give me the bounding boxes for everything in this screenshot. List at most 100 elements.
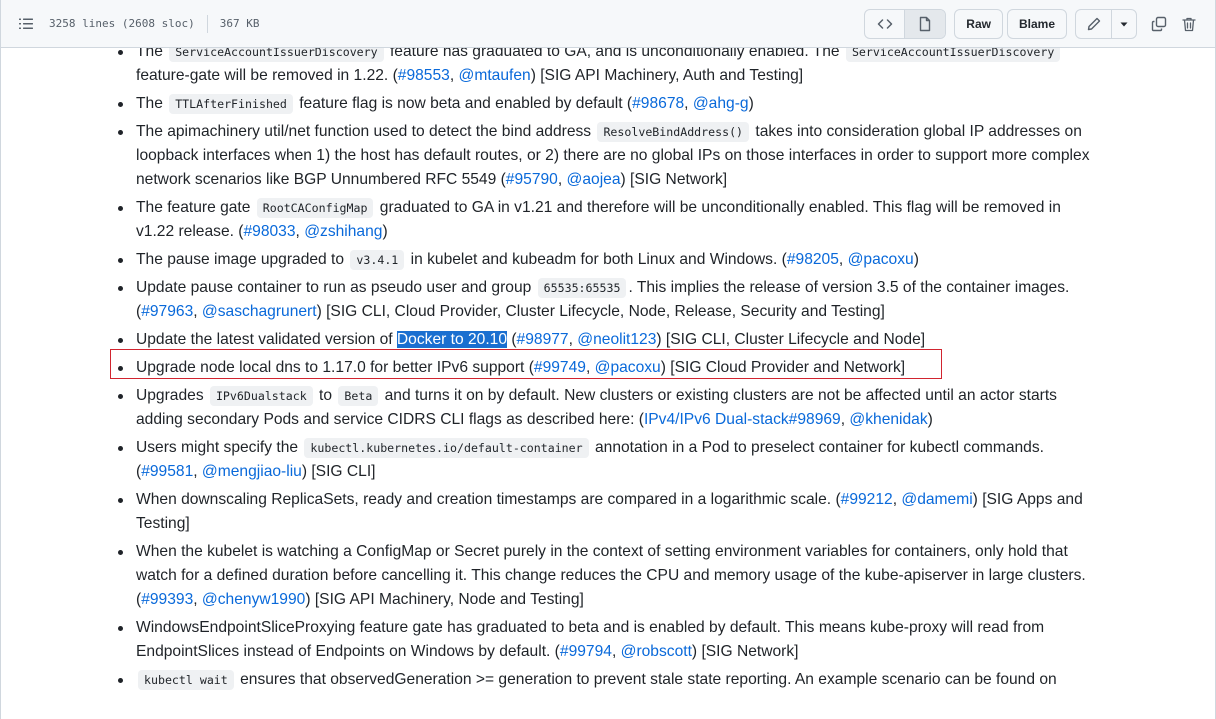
text-line: watch for a defined duration before canc…	[136, 564, 1126, 588]
pull-request-link[interactable]: #98553	[398, 67, 450, 84]
list-item: The TTLAfterFinished feature flag is now…	[118, 92, 1126, 116]
raw-button[interactable]: Raw	[954, 9, 1003, 39]
text: ,	[193, 303, 202, 320]
view-mode-toggle	[864, 9, 947, 39]
text: ) [SIG CLI]	[301, 463, 376, 480]
user-link[interactable]: @khenidak	[849, 411, 927, 428]
list-item: The apimachinery util/net function used …	[118, 120, 1126, 192]
file-info: 3258 lines (2608 sloc) 367 KB	[49, 14, 259, 33]
divider	[206, 14, 208, 33]
pull-request-link[interactable]: #99581	[141, 463, 193, 480]
user-link[interactable]: @saschagrunert	[202, 303, 317, 320]
file-icon	[917, 16, 933, 32]
text: The pause image upgraded to	[136, 251, 349, 268]
user-link[interactable]: @pacoxu	[595, 359, 661, 376]
text: The apimachinery util/net function used …	[136, 123, 596, 140]
pull-request-link[interactable]: #98977	[517, 331, 569, 348]
outline-list-icon[interactable]	[17, 15, 35, 33]
text: WindowsEndpointSliceProxying feature gat…	[136, 619, 1045, 636]
pull-request-link[interactable]: #98678	[632, 95, 684, 112]
text: ) [SIG API Machinery, Node and Testing]	[305, 591, 584, 608]
text: ,	[295, 223, 305, 240]
copy-icon	[1151, 16, 1167, 32]
triangle-down-icon	[1119, 19, 1129, 29]
text-line: The apimachinery util/net function used …	[136, 120, 1126, 144]
delete-button[interactable]	[1175, 9, 1203, 39]
text-line: The feature gate RootCAConfigMap graduat…	[136, 196, 1126, 220]
text-line: Upgrades IPv6Dualstack to Beta and turns…	[136, 384, 1126, 408]
text: ,	[449, 67, 459, 84]
text-line: (#99393, @chenyw1990) [SIG API Machinery…	[136, 588, 1126, 612]
text: )	[927, 411, 933, 428]
user-link[interactable]: @zshihang	[304, 223, 382, 240]
text: watch for a defined duration before canc…	[136, 567, 1086, 584]
code-view-button[interactable]	[865, 10, 906, 38]
list-item: Upgrades IPv6Dualstack to Beta and turns…	[118, 384, 1126, 432]
text: ) [SIG CLI, Cloud Provider, Cluster Life…	[316, 303, 885, 320]
text-line: Users might specify the kubectl.kubernet…	[136, 436, 1126, 460]
pull-request-link[interactable]: #99212	[841, 491, 893, 508]
text: The	[136, 95, 168, 112]
list-item: The feature gate RootCAConfigMap graduat…	[118, 196, 1126, 244]
edit-options-dropdown[interactable]	[1112, 10, 1136, 38]
user-link[interactable]: @pacoxu	[848, 251, 914, 268]
text-line: Update the latest validated version of D…	[136, 328, 1126, 352]
text: When the kubelet is watching a ConfigMap…	[136, 543, 1068, 560]
blame-button[interactable]: Blame	[1006, 9, 1067, 39]
list-item: The pause image upgraded to v3.4.1 in ku…	[118, 248, 1126, 272]
text: ,	[838, 251, 848, 268]
text: feature flag is now beta and enabled by …	[294, 95, 633, 112]
user-link[interactable]: @mengjiao-liu	[202, 463, 302, 480]
text: ) [SIG Apps and	[972, 491, 1083, 508]
copy-button[interactable]	[1145, 9, 1173, 39]
text: network scenarios like BGP Unnumbered RF…	[136, 171, 506, 188]
changelog-list: The RunAsGroup feature has been promoted…	[118, 14, 1126, 696]
text: )	[748, 95, 754, 112]
text: ) [SIG CLI, Cluster Lifecycle and Node]	[656, 331, 926, 348]
inline-code: kubectl.kubernetes.io/default-container	[304, 438, 589, 458]
text: ,	[193, 463, 202, 480]
text-line: Update pause container to run as pseudo …	[136, 276, 1126, 300]
text: . This implies the release of version 3.…	[628, 279, 1070, 296]
user-link[interactable]: @damemi	[901, 491, 972, 508]
user-link[interactable]: @neolit123	[577, 331, 656, 348]
list-item: Update pause container to run as pseudo …	[118, 276, 1126, 324]
user-link[interactable]: @aojea	[567, 171, 621, 188]
text: ) [SIG Cloud Provider and Network]	[660, 359, 906, 376]
text: )	[382, 223, 388, 240]
text: Users might specify the	[136, 439, 303, 456]
list-item: Users might specify the kubectl.kubernet…	[118, 436, 1126, 484]
list-item: When the kubelet is watching a ConfigMap…	[118, 540, 1126, 612]
text-line: The TTLAfterFinished feature flag is now…	[136, 92, 1126, 116]
inline-code: TTLAfterFinished	[169, 94, 293, 114]
markdown-body: The RunAsGroup feature has been promoted…	[0, 0, 1216, 719]
pull-request-link[interactable]: #99794	[560, 643, 612, 660]
text-line: When the kubelet is watching a ConfigMap…	[136, 540, 1126, 564]
pull-request-link[interactable]: #95790	[506, 171, 558, 188]
text: ensures that observedGeneration >= gener…	[235, 671, 1057, 688]
edit-button[interactable]	[1076, 10, 1112, 38]
text: to	[314, 387, 337, 404]
list-item-highlighted: Update the latest validated version of D…	[118, 328, 1126, 352]
text: ,	[684, 95, 693, 112]
user-link[interactable]: @ahg-g	[693, 95, 749, 112]
pull-request-link[interactable]: #97963	[141, 303, 193, 320]
pull-request-link[interactable]: #98969	[789, 411, 841, 428]
line-count: 3258 lines (2608 sloc)	[49, 17, 195, 30]
pull-request-link[interactable]: #99749	[534, 359, 586, 376]
user-link[interactable]: @robscott	[621, 643, 692, 660]
preview-view-button[interactable]	[905, 10, 946, 38]
text: ) [SIG Network]	[691, 643, 799, 660]
pull-request-link[interactable]: #98205	[787, 251, 839, 268]
text: Testing]	[136, 515, 190, 532]
user-link[interactable]: @mtaufen	[459, 67, 531, 84]
text: ,	[193, 591, 202, 608]
user-link[interactable]: @chenyw1990	[202, 591, 305, 608]
pull-request-link[interactable]: #98033	[243, 223, 295, 240]
pull-request-link[interactable]: #99393	[141, 591, 193, 608]
doc-link[interactable]: IPv4/IPv6 Dual-stack	[644, 411, 789, 428]
text: ) [SIG Network]	[620, 171, 728, 188]
text-line: (#99581, @mengjiao-liu) [SIG CLI]	[136, 460, 1126, 484]
inline-code: v3.4.1	[350, 250, 405, 270]
text: ) [SIG API Machinery, Auth and Testing]	[530, 67, 804, 84]
